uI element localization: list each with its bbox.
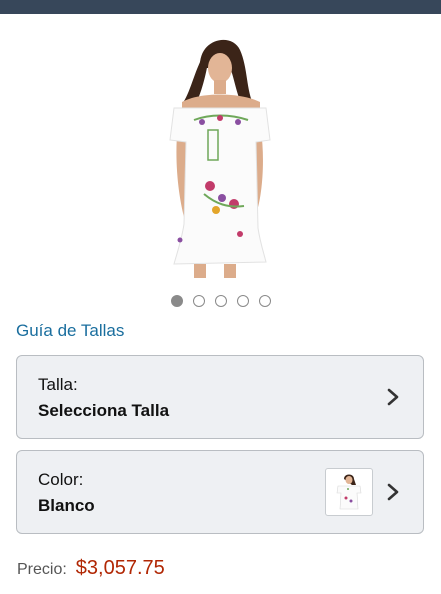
color-selector-value: Blanco xyxy=(38,496,95,515)
chevron-right-icon xyxy=(387,483,399,501)
swatch-dress-icon xyxy=(336,474,362,510)
chevron-right-icon xyxy=(387,388,399,406)
top-status-bar xyxy=(0,0,441,14)
carousel-dot-2[interactable] xyxy=(192,295,205,307)
carousel-dot-3[interactable] xyxy=(214,295,227,307)
size-selector-label: Talla: xyxy=(38,375,78,394)
price-label: Precio: xyxy=(17,561,67,578)
size-selector-value: Selecciona Talla xyxy=(38,401,170,420)
image-carousel-dots xyxy=(0,295,441,307)
carousel-dot-4[interactable] xyxy=(236,295,249,307)
carousel-dot-5[interactable] xyxy=(258,295,271,307)
color-selector[interactable]: Color: Blanco xyxy=(16,450,424,534)
price-value: $3,057.75 xyxy=(75,557,165,579)
size-selector[interactable]: Talla: Selecciona Talla xyxy=(16,355,424,439)
price-row: Precio: $3,057.75 xyxy=(17,557,165,580)
size-guide-link[interactable]: Guía de Tallas xyxy=(16,321,124,341)
color-selector-label: Color: xyxy=(38,470,84,489)
color-swatch-thumbnail xyxy=(325,468,373,516)
carousel-dot-1[interactable] xyxy=(170,295,183,307)
product-image[interactable] xyxy=(160,28,276,278)
